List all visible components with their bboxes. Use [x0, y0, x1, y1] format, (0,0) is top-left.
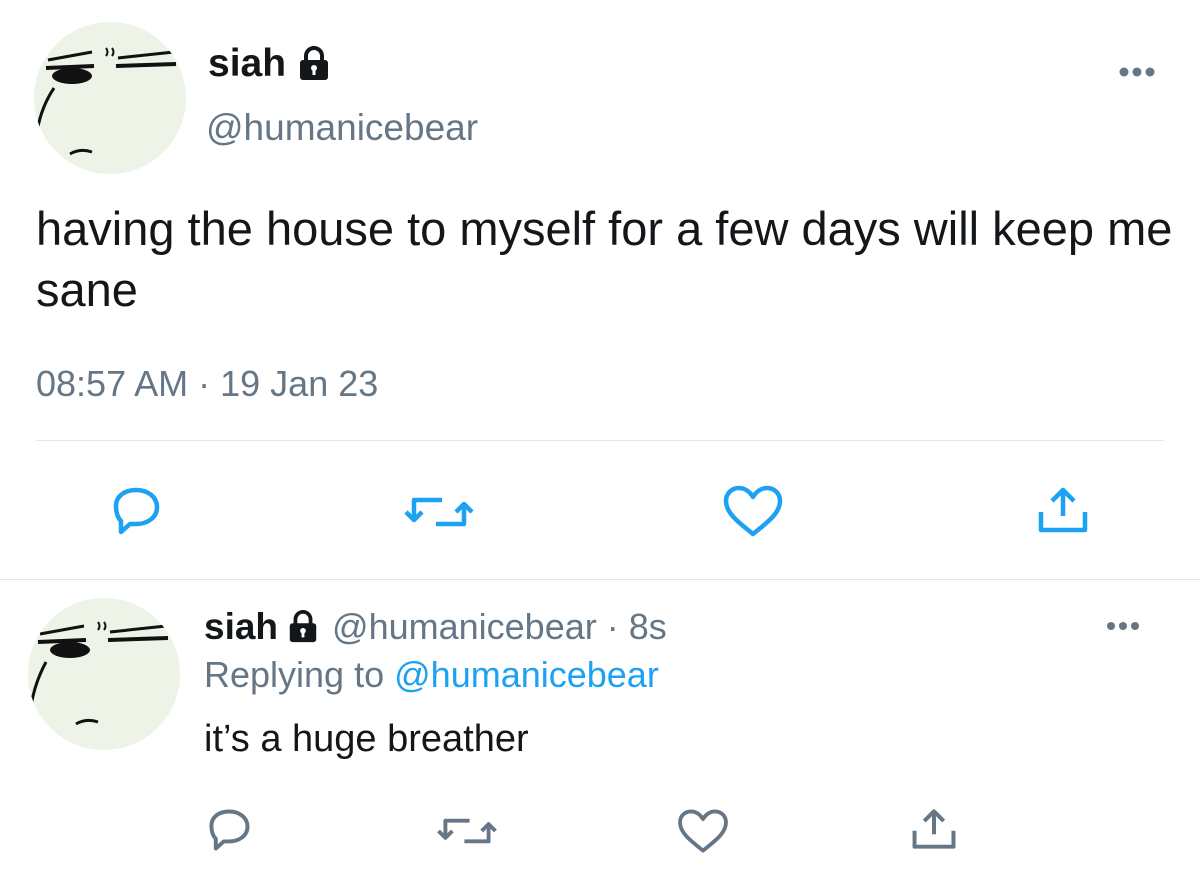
retweet-icon[interactable] [404, 490, 474, 539]
reply-icon[interactable] [204, 808, 254, 857]
more-options-icon[interactable] [1117, 58, 1157, 86]
like-heart-icon[interactable] [722, 484, 784, 543]
share-icon[interactable] [1036, 484, 1090, 541]
reply-text: it’s a huge breather [204, 718, 529, 760]
reply-author-handle[interactable]: @humanicebear [332, 606, 597, 648]
lock-icon [286, 610, 320, 644]
meta-separator: · [198, 363, 211, 404]
tweet-text: having the house to myself for a few day… [36, 202, 1173, 316]
reply-avatar[interactable] [28, 598, 180, 750]
author-name[interactable]: siah [208, 42, 286, 86]
replying-to-line: Replying to @humanicebear [204, 654, 659, 696]
avatar-face-drawing [28, 598, 180, 750]
like-heart-icon[interactable] [676, 808, 730, 859]
reply-time-ago[interactable]: 8s [629, 606, 667, 648]
tweet-thread: siah @humanicebear having the house to m… [0, 0, 1200, 878]
tweet-time: 08:57 AM [36, 363, 189, 404]
tweet-date: 19 Jan 23 [220, 363, 379, 404]
retweet-icon[interactable] [436, 812, 498, 855]
tweet-timestamp[interactable]: 08:57 AM · 19 Jan 23 [36, 363, 378, 405]
avatar[interactable] [34, 22, 186, 174]
reply-icon[interactable] [108, 486, 164, 541]
author-row: siah [208, 42, 332, 86]
replying-to-label: Replying to [204, 654, 385, 695]
reply-author-row: siah @humanicebear · 8s [204, 606, 667, 648]
divider [36, 440, 1164, 441]
section-divider [0, 579, 1200, 580]
lock-icon [296, 46, 332, 82]
more-options-icon[interactable] [1103, 613, 1143, 639]
author-handle[interactable]: @humanicebear [206, 107, 478, 149]
reply-author-name[interactable]: siah [204, 606, 278, 648]
share-icon[interactable] [910, 806, 958, 857]
meta-separator: · [606, 606, 619, 647]
replying-to-handle-link[interactable]: @humanicebear [394, 654, 659, 695]
avatar-face-drawing [34, 22, 186, 174]
